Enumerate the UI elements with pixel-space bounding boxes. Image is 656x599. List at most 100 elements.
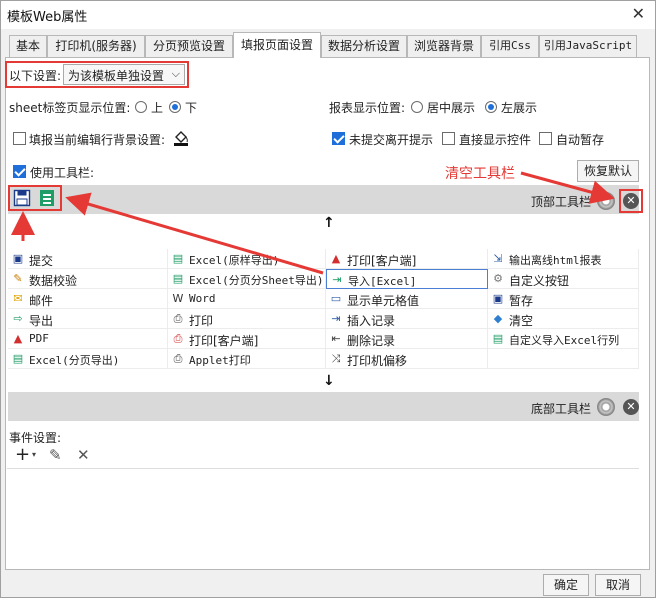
window-title: 模板Web属性 [7,10,88,25]
toolbar-button-label: Excel(分页导出) [29,354,120,367]
toolbar-button-empty [488,349,639,369]
print-client-icon: ⎙ [173,332,183,345]
tab-page-preview[interactable]: 分页预览设置 [145,35,233,57]
toolbar-button-label: Excel(分页分Sheet导出) [189,274,324,287]
toolbar-button-item[interactable]: ▣ 暂存 [488,289,639,309]
tab-fill-page[interactable]: 填报页面设置 [233,32,321,58]
html-icon: ⇲ [493,252,503,265]
ok-button[interactable]: 确定 [543,574,589,596]
top-toolbar-gear-icon[interactable] [597,192,615,210]
events-list [7,469,639,567]
toolbar-button-label: 打印 [189,314,214,328]
move-down-arrow-icon[interactable]: ↓ [323,373,335,389]
toolbar-button-item[interactable]: ▭ 显示单元格值 [326,289,488,309]
toolbar-button-item[interactable]: ⎙ 打印 [168,309,326,329]
move-up-arrow-icon[interactable]: ↑ [323,215,335,231]
use-toolbar-label: 使用工具栏: [30,166,95,180]
report-pos-left-label: 左展示 [501,101,538,115]
toolbar-button-item[interactable]: ▤ Excel(分页分Sheet导出) [168,269,326,289]
close-icon[interactable]: ✕ [632,4,645,23]
toolbar-buttons-grid: ▣ 提交 ▤ Excel(原样导出) ▲ 打印[客户端] ⇲ 输出离线html报表 ✎ 数据校验 ▤… [8,249,639,371]
toolbar-button-label: 提交 [29,254,54,268]
check-icon: ✎ [13,272,23,285]
excel-icon: ▤ [492,332,504,345]
bottom-toolbar-clear-icon[interactable]: ✕ [623,399,639,415]
sheet-pos-down-radio[interactable] [169,101,181,113]
unsubmit-checkbox[interactable] [332,132,345,145]
toolbar-button-item[interactable]: ⤨ 打印机偏移 [326,349,488,369]
top-toolbar-clear-icon[interactable]: ✕ [623,193,639,209]
report-pos-center-label: 居中展示 [427,101,476,115]
toolbar-button-label: 插入记录 [347,314,396,328]
toolbar-button-label: 自定义导入Excel行列 [509,334,620,347]
toolbar-button-item[interactable]: ▣ 提交 [8,249,168,269]
toolbar-button-label: 导入[Excel] [348,275,417,288]
delete-event-icon[interactable]: ✕ [77,446,90,464]
toolbar-button-label: 打印机偏移 [347,354,408,368]
toolbar-button-item[interactable]: ▤ 自定义导入Excel行列 [488,329,639,349]
print-icon: ⎙ [173,352,183,365]
toolbar-button-item[interactable]: ▤ Excel(分页导出) [8,349,168,369]
tab-basic[interactable]: 基本 [9,35,47,57]
toolbar-button-item[interactable]: ✎ 数据校验 [8,269,168,289]
tab-data-analysis[interactable]: 数据分析设置 [321,35,407,57]
toolbar-button-label: 显示单元格值 [347,294,420,308]
toolbar-button-item[interactable]: ⇨ 导出 [8,309,168,329]
toolbar-button-item[interactable]: ▤ Excel(原样导出) [168,249,326,269]
toolbar-button-item[interactable]: ▲ PDF [8,329,168,349]
printer-offset-icon: ⤨ [331,352,341,365]
cell-icon: ▭ [330,292,342,305]
gear-icon: ⚙ [493,272,503,285]
toolbar-button-label: 导出 [29,314,54,328]
chevron-down-icon[interactable]: ▾ [32,450,36,459]
export-icon: ⇨ [13,312,23,325]
autosave-checkbox[interactable] [539,132,552,145]
eraser-icon: ◆ [493,312,503,325]
toolbar-button-item[interactable]: ⎙ Applet打印 [168,349,326,369]
toolbar-button-label: Applet打印 [189,354,251,367]
word-icon: W [172,292,184,305]
insert-row-icon: ⇥ [331,312,341,325]
toolbar-button-item[interactable]: ⎙ 打印[客户端] [168,329,326,349]
sheet-pos-up-radio[interactable] [135,101,147,113]
toolbar-button-item[interactable]: ◆ 清空 [488,309,639,329]
report-pos-left-radio[interactable] [485,101,497,113]
edit-event-icon[interactable]: ✎ [49,446,62,464]
autosave-label: 自动暂存 [556,133,605,147]
excel-icon: ▤ [12,352,24,365]
excel-icon[interactable] [38,189,56,207]
toolbar-button-label: 打印[客户端] [347,254,417,268]
top-toolbar-label: 顶部工具栏 [531,195,592,209]
toolbar-button-item[interactable]: ⇲ 输出离线html报表 [488,249,639,269]
tab-javascript[interactable]: 引用JavaScript [539,35,637,57]
save-icon: ▣ [492,292,504,305]
highlight-scope [5,61,189,88]
tab-browser-bg[interactable]: 浏览器背景 [407,35,481,57]
report-pos-center-radio[interactable] [411,101,423,113]
bottom-toolbar-gear-icon[interactable] [597,398,615,416]
cancel-button[interactable]: 取消 [595,574,641,596]
toolbar-button-label: 自定义按钮 [509,274,570,288]
toolbar-button-item[interactable]: ⚙ 自定义按钮 [488,269,639,289]
tab-css[interactable]: 引用Css [481,35,539,57]
toolbar-button-item[interactable]: ✉ 邮件 [8,289,168,309]
toolbar-button-item[interactable]: ⇥ 插入记录 [326,309,488,329]
use-toolbar-checkbox[interactable] [13,165,26,178]
bg-setting-checkbox[interactable] [13,132,26,145]
toolbar-button-label: 数据校验 [29,274,78,288]
save-icon[interactable] [13,189,31,207]
paint-bucket-icon[interactable] [172,128,190,146]
toolbar-button-item[interactable]: ⇥ 导入[Excel] [326,269,488,289]
pdf-icon: ▲ [13,332,23,345]
toolbar-button-item[interactable]: ▲ 打印[客户端] [326,249,488,269]
restore-default-button[interactable]: 恢复默认 [577,160,639,182]
print-icon: ⎙ [173,312,183,325]
toolbar-button-label: 打印[客户端] [189,334,259,348]
direct-show-checkbox[interactable] [442,132,455,145]
add-event-icon[interactable]: + [15,444,30,465]
pdf-icon: ▲ [331,252,341,265]
toolbar-button-item[interactable]: W Word [168,289,326,309]
toolbar-button-item[interactable]: ⇤ 删除记录 [326,329,488,349]
direct-show-label: 直接显示控件 [459,133,532,147]
tab-printer-server[interactable]: 打印机(服务器) [47,35,145,57]
